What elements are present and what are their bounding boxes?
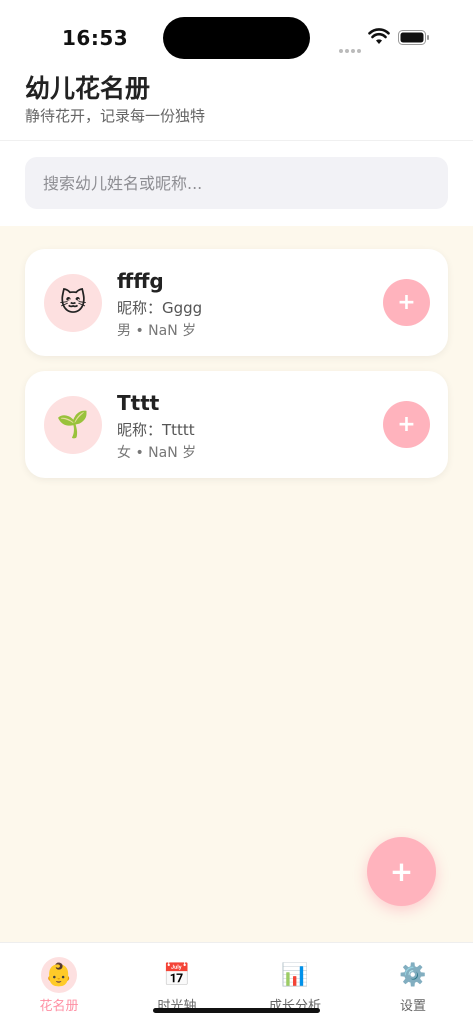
home-indicator [153,1008,320,1013]
child-name: ffffg [117,269,164,293]
search-input[interactable] [25,157,448,209]
tab-settings[interactable]: ⚙️ 设置 [354,943,472,1024]
add-child-fab[interactable]: + [367,837,436,906]
wifi-icon [368,28,390,44]
child-gender-age: 女 • NaN 岁 [117,445,197,461]
child-card[interactable]: 🐱 ffffg 昵称：Gggg 男 • NaN 岁 + [25,249,448,356]
add-record-button[interactable]: + [383,401,430,448]
child-name: Tttt [117,391,160,415]
app-screen: 16:53 幼儿花名册 静待花开，记录每一份独特 🐱 ffffg 昵称：Gggg… [0,0,473,1024]
child-gender-age: 男 • NaN 岁 [117,323,197,339]
child-nickname: 昵称：Gggg [117,299,203,317]
status-bar: 16:53 [0,0,473,64]
page-title: 幼儿花名册 [25,74,151,103]
baby-icon: 👶 [41,957,77,993]
dynamic-island [163,17,310,59]
battery-icon [398,30,429,45]
page-subtitle: 静待花开，记录每一份独特 [25,107,206,125]
child-card[interactable]: 🌱 Tttt 昵称：Ttttt 女 • NaN 岁 + [25,371,448,478]
search-bar [0,141,473,226]
seedling-avatar-icon: 🌱 [44,396,102,454]
tab-label: 设置 [399,999,426,1014]
children-list: 🐱 ffffg 昵称：Gggg 男 • NaN 岁 + 🌱 Tttt 昵称：Tt… [0,226,473,942]
bar-chart-icon: 📊 [281,962,309,988]
add-record-button[interactable]: + [383,279,430,326]
cellular-signal-icon [339,38,363,53]
status-time: 16:53 [62,26,129,50]
child-nickname: 昵称：Ttttt [117,421,195,439]
calendar-icon: 📅 [163,962,191,988]
cat-avatar-icon: 🐱 [44,274,102,332]
tab-label: 花名册 [39,999,79,1014]
page-header: 幼儿花名册 静待花开，记录每一份独特 [0,64,473,141]
gear-icon: ⚙️ [399,962,427,988]
tab-roster[interactable]: 👶 花名册 [0,943,118,1024]
